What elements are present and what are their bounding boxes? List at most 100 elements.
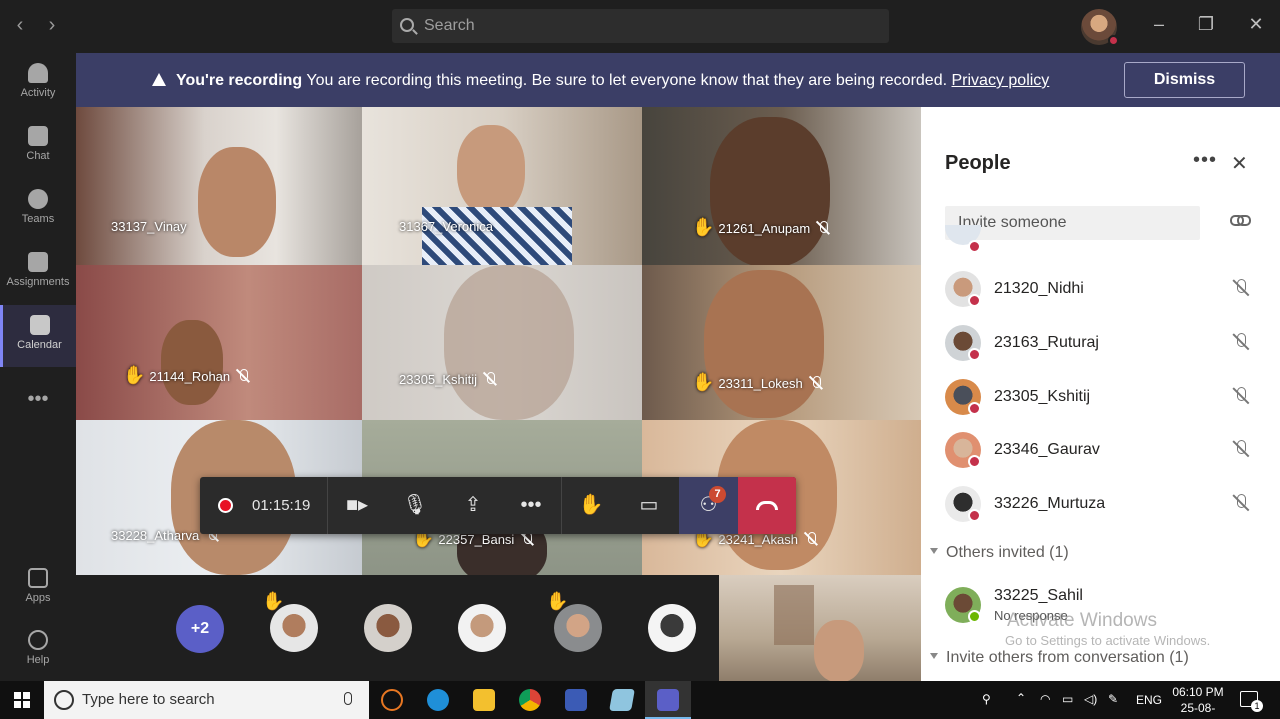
rail-item-teams[interactable]: Teams bbox=[0, 179, 76, 241]
rail-item-chat[interactable]: Chat bbox=[0, 116, 76, 178]
forward-arrow-icon[interactable]: › bbox=[42, 14, 62, 37]
minimize-icon[interactable]: – bbox=[1147, 14, 1171, 35]
raise-hand-button[interactable]: ✋ bbox=[563, 477, 619, 534]
hang-up-icon bbox=[756, 501, 778, 510]
task-view-icon[interactable] bbox=[369, 681, 415, 719]
clock-date: 25-08-2020 bbox=[1180, 701, 1216, 719]
clock[interactable]: 06:10 PM 25-08-2020 bbox=[1170, 684, 1226, 719]
participant-avatar[interactable] bbox=[648, 604, 696, 652]
profile-avatar[interactable] bbox=[1081, 9, 1119, 46]
rail-item-activity[interactable]: Activity bbox=[0, 53, 76, 115]
chevron-down-icon bbox=[930, 548, 938, 554]
app-rail: Activity Chat Teams Assignments Calendar… bbox=[0, 53, 76, 681]
dismiss-button[interactable]: Dismiss bbox=[1124, 62, 1245, 98]
banner-message: You are recording this meeting. Be sure … bbox=[306, 72, 948, 89]
teams-window: ‹ › Search – ❐ ✕ Activity Chat Teams Ass… bbox=[0, 0, 1280, 719]
people-tray-icon[interactable]: ⚲ bbox=[982, 692, 991, 706]
mic-muted-icon[interactable] bbox=[1233, 440, 1249, 460]
notes-app-icon[interactable] bbox=[599, 681, 645, 719]
volume-icon[interactable]: ◁) bbox=[1084, 692, 1097, 706]
busy-status-icon bbox=[968, 509, 981, 522]
call-timer: 01:15:19 bbox=[252, 497, 311, 514]
show-participants-button[interactable]: ⚇ 7 bbox=[679, 477, 738, 534]
rail-item-assignments[interactable]: Assignments bbox=[0, 242, 76, 304]
teams-taskbar-icon[interactable] bbox=[645, 681, 691, 719]
chrome-icon[interactable] bbox=[507, 681, 553, 719]
participant-row[interactable]: 23163_Ruturaj bbox=[921, 325, 1280, 379]
more-icon: ••• bbox=[520, 494, 542, 516]
share-button[interactable]: ⇪ bbox=[445, 477, 501, 534]
clock-time: 06:10 PM bbox=[1172, 685, 1224, 699]
invite-input[interactable]: Invite someone bbox=[945, 206, 1200, 240]
back-arrow-icon[interactable]: ‹ bbox=[10, 14, 30, 37]
camera-button[interactable]: ■▸ bbox=[329, 477, 385, 534]
taskbar-search-placeholder: Type here to search bbox=[82, 691, 215, 708]
participant-row[interactable]: 23346_Gaurav bbox=[921, 432, 1280, 486]
overflow-count-button[interactable]: +2 bbox=[176, 605, 224, 653]
participant-row[interactable]: 21320_Nidhi bbox=[921, 271, 1280, 325]
busy-status-icon bbox=[968, 402, 981, 415]
video-tile[interactable]: 33137_Vinay bbox=[76, 107, 362, 265]
battery-icon[interactable]: ▭ bbox=[1062, 692, 1073, 706]
notification-center-icon[interactable]: 1 bbox=[1240, 691, 1263, 712]
chat-icon bbox=[28, 126, 48, 146]
edge-icon[interactable] bbox=[415, 681, 461, 719]
invite-others-section[interactable]: Invite others from conversation (1) bbox=[930, 649, 1189, 667]
video-tile[interactable]: ✋ 23311_Lokesh bbox=[642, 265, 921, 420]
rail-item-apps[interactable]: Apps bbox=[0, 558, 76, 620]
close-icon[interactable]: ✕ bbox=[1231, 151, 1248, 176]
title-bar: ‹ › Search – ❐ ✕ bbox=[0, 0, 1280, 53]
video-tile[interactable]: 23305_Kshitij bbox=[362, 265, 642, 420]
rail-item-help[interactable]: Help bbox=[0, 620, 76, 682]
mic-muted-icon[interactable] bbox=[1233, 494, 1249, 514]
participant-name: 23311_Lokesh bbox=[718, 376, 803, 391]
language-indicator[interactable]: ENG bbox=[1136, 693, 1162, 707]
mic-muted-icon bbox=[804, 532, 818, 546]
participant-name: 33137_Vinay bbox=[111, 219, 187, 234]
windows-start-icon[interactable] bbox=[14, 692, 30, 708]
mic-muted-icon[interactable] bbox=[1233, 279, 1249, 299]
participant-avatar[interactable] bbox=[364, 604, 412, 652]
others-invited-section[interactable]: Others invited (1) bbox=[930, 544, 1069, 562]
mic-button[interactable]: 🎙 bbox=[387, 477, 443, 534]
maximize-icon[interactable]: ❐ bbox=[1194, 14, 1218, 35]
help-icon bbox=[28, 630, 48, 650]
privacy-policy-link[interactable]: Privacy policy bbox=[952, 72, 1050, 89]
participant-name: 23305_Kshitij bbox=[399, 372, 478, 387]
more-options-icon[interactable]: ••• bbox=[1193, 149, 1217, 172]
cortana-icon bbox=[54, 690, 74, 710]
window-close-icon[interactable]: ✕ bbox=[1244, 14, 1268, 35]
hang-up-button[interactable] bbox=[738, 477, 796, 534]
more-actions-button[interactable]: ••• bbox=[503, 477, 559, 534]
participant-row[interactable]: 33226_Murtuza bbox=[921, 486, 1280, 540]
dev-app-icon[interactable] bbox=[553, 681, 599, 719]
mic-muted-icon[interactable] bbox=[1233, 333, 1249, 353]
chevron-up-icon[interactable]: ⌃ bbox=[1016, 691, 1026, 705]
participant-avatar[interactable] bbox=[554, 604, 602, 652]
video-tile[interactable]: ✋ 21144_Rohan bbox=[76, 265, 362, 420]
chat-icon: ▭ bbox=[639, 494, 659, 516]
search-input[interactable]: Search bbox=[392, 9, 889, 43]
activate-windows-watermark: Activate Windows bbox=[1007, 610, 1157, 631]
panel-title: People bbox=[945, 152, 1011, 174]
self-video-preview[interactable] bbox=[719, 575, 921, 681]
taskbar-search-input[interactable]: Type here to search bbox=[44, 681, 369, 719]
pen-icon[interactable]: ✎ bbox=[1108, 692, 1118, 706]
wifi-icon[interactable]: ◠ bbox=[1040, 692, 1050, 706]
chat-button[interactable]: ▭ bbox=[621, 477, 677, 534]
rail-item-label: Assignments bbox=[6, 276, 70, 288]
link-icon[interactable] bbox=[1230, 213, 1251, 226]
search-placeholder: Search bbox=[424, 17, 475, 34]
video-tile[interactable]: 31367_Veronica bbox=[362, 107, 642, 265]
mic-muted-icon[interactable] bbox=[1233, 387, 1249, 407]
rail-item-label: Activity bbox=[20, 87, 56, 99]
file-explorer-icon[interactable] bbox=[461, 681, 507, 719]
more-apps-icon[interactable]: ••• bbox=[0, 388, 76, 411]
video-tile[interactable]: ✋ 21261_Anupam bbox=[642, 107, 921, 265]
participant-avatar[interactable] bbox=[458, 604, 506, 652]
rail-item-calendar[interactable]: Calendar bbox=[0, 305, 76, 367]
teams-icon bbox=[28, 189, 48, 209]
participant-avatar[interactable] bbox=[270, 604, 318, 652]
participant-row[interactable]: 23305_Kshitij bbox=[921, 379, 1280, 433]
busy-status-icon bbox=[968, 294, 981, 307]
